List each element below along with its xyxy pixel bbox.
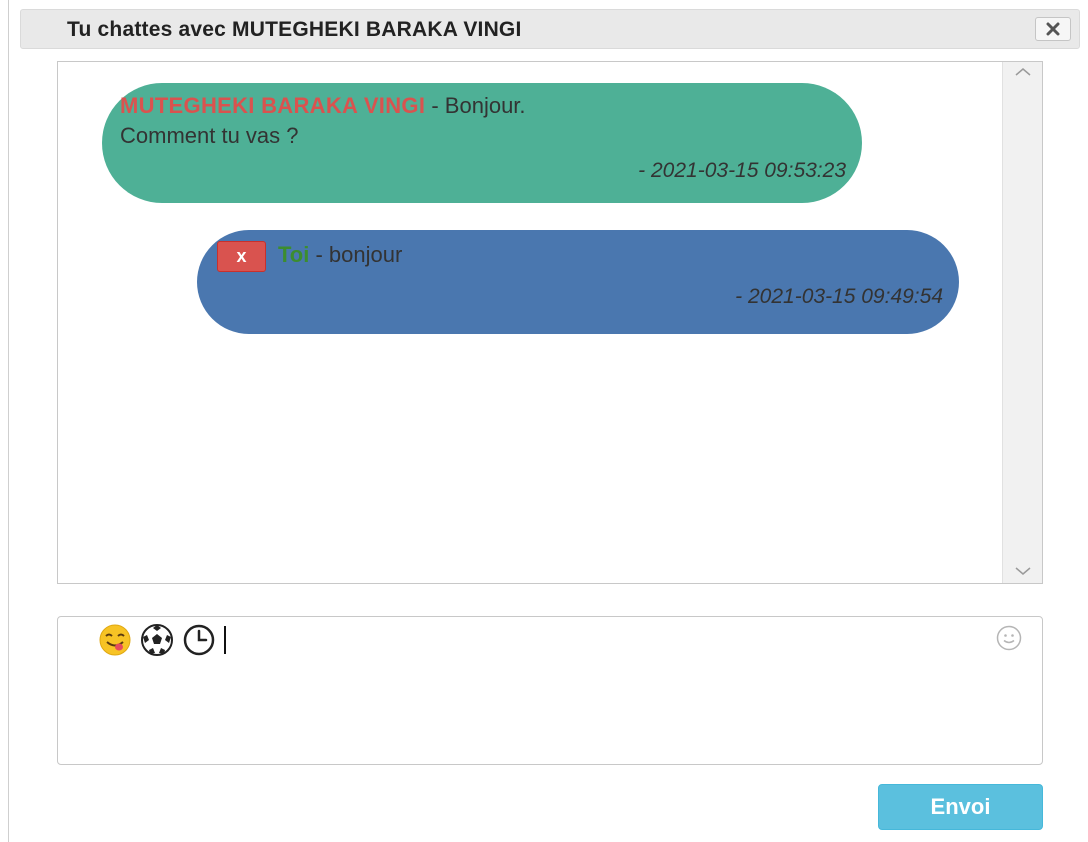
message-separator: - <box>309 242 329 267</box>
dialog-titlebar[interactable]: Tu chattes avec MUTEGHEKI BARAKA VINGI <box>20 9 1080 49</box>
chevron-down-icon[interactable] <box>1014 565 1032 577</box>
soccer-ball-icon <box>141 624 173 656</box>
message-text-line-2: Comment tu vas ? <box>120 123 299 148</box>
smiling-face-tongue-icon <box>99 624 131 656</box>
message-input-content <box>98 623 226 657</box>
text-caret <box>224 626 226 654</box>
message-bubble-sent: x Toi - bonjour - 2021-03-15 09:49:54 <box>197 230 959 334</box>
message-bubble-received: MUTEGHEKI BARAKA VINGI - Bonjour. Commen… <box>102 83 862 203</box>
message-input[interactable] <box>57 616 1043 765</box>
message-author: MUTEGHEKI BARAKA VINGI <box>120 93 426 118</box>
dialog-title: Tu chattes avec MUTEGHEKI BARAKA VINGI <box>67 18 522 41</box>
message-timestamp: - 2021-03-15 09:49:54 <box>735 285 943 308</box>
messages-scrollbar[interactable] <box>1002 62 1042 583</box>
delete-message-button[interactable]: x <box>217 240 266 272</box>
messages-panel[interactable]: MUTEGHEKI BARAKA VINGI - Bonjour. Commen… <box>57 61 1043 584</box>
message-text: bonjour <box>328 242 403 267</box>
left-border <box>8 0 9 842</box>
close-button[interactable] <box>1035 17 1071 41</box>
send-button[interactable]: Envoi <box>878 784 1043 830</box>
chat-window: Tu chattes avec MUTEGHEKI BARAKA VINGI M… <box>0 0 1088 842</box>
clock-icon <box>183 624 215 656</box>
chevron-up-icon[interactable] <box>1014 66 1032 78</box>
close-icon <box>1046 22 1060 36</box>
message-timestamp: - 2021-03-15 09:53:23 <box>638 159 846 182</box>
message-separator: - <box>425 93 445 118</box>
message-text: Bonjour. <box>444 93 526 118</box>
message-author: Toi <box>278 242 310 267</box>
smiley-face-icon[interactable] <box>996 625 1022 651</box>
